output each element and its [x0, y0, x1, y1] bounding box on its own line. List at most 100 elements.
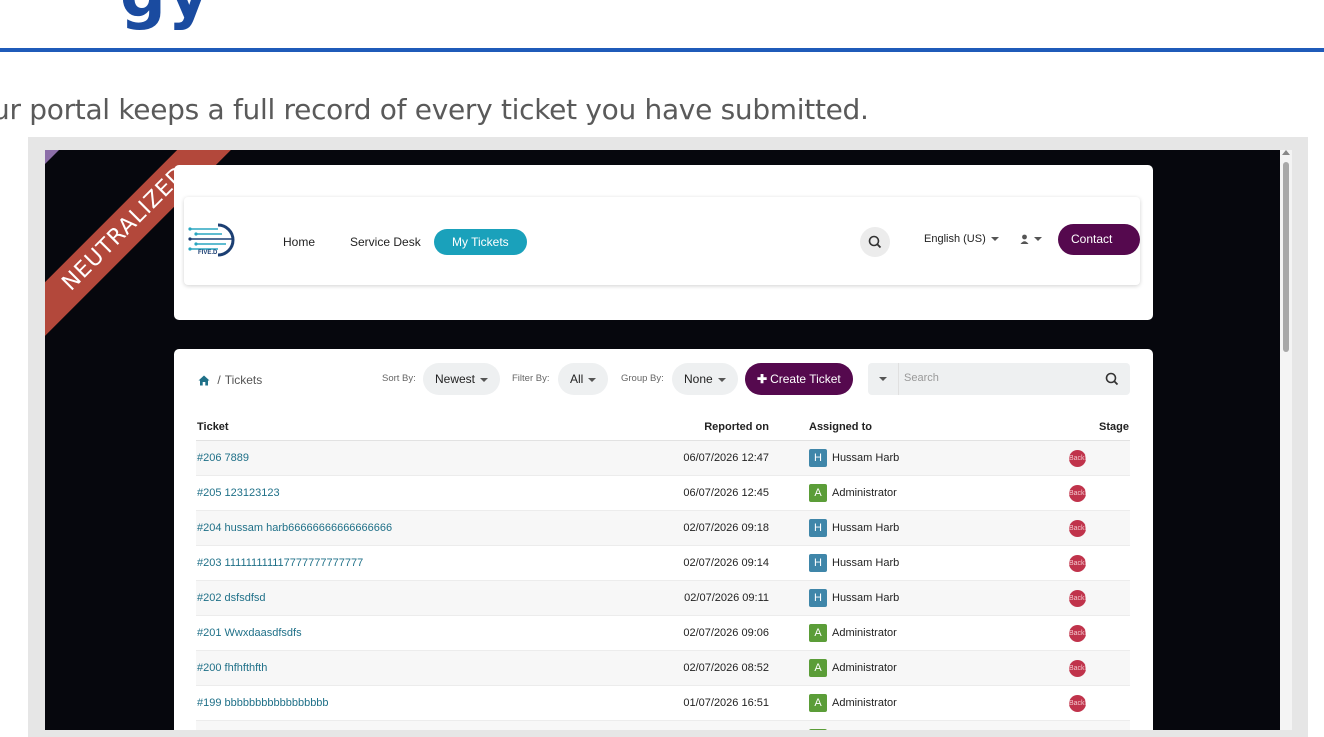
navbar: FIVE.D Home Service Desk My Tickets Engl… — [184, 197, 1140, 285]
ticket-cell[interactable]: #199 bbbbbbbbbbbbbbbbb — [196, 685, 558, 721]
chevron-down-icon — [717, 377, 726, 382]
ticket-cell[interactable]: #200 fhfhfthfth — [196, 650, 558, 686]
ticket-title[interactable]: fhfhfthfth — [225, 662, 268, 674]
ticket-link[interactable]: #202 dsfsdfsd — [197, 592, 266, 604]
ticket-id[interactable]: #203 — [197, 557, 221, 569]
language-selector[interactable]: English (US) — [924, 233, 999, 245]
ticket-id[interactable]: #200 — [197, 662, 221, 674]
ticket-cell[interactable]: #201 Wwxdaasdfsdfs — [196, 615, 558, 651]
ticket-id[interactable]: #206 — [197, 452, 221, 464]
nav-link-home[interactable]: Home — [283, 229, 315, 255]
ticket-cell[interactable]: #205 123123123 — [196, 475, 558, 511]
ticket-cell[interactable]: #204 hussam harb66666666666666666 — [196, 510, 558, 546]
sort-dropdown[interactable]: Newest — [423, 363, 501, 395]
table-row[interactable]: #205 123123123 06/07/2026 12:45 A Administr… — [196, 475, 1130, 511]
table-row[interactable]: #206 7889 06/07/2026 12:47 H Hussam Harb Bac… — [196, 440, 1130, 476]
assignee-name: Administrator — [832, 661, 897, 674]
ticket-cell[interactable]: #203 111111111117777777777777 — [196, 545, 558, 581]
scrollbar-thumb[interactable] — [1283, 162, 1289, 352]
group-dropdown[interactable]: None — [672, 363, 738, 395]
column-header-ticket[interactable]: Ticket — [196, 413, 558, 441]
ticket-title[interactable]: 111111111117777777777777 — [225, 557, 364, 569]
ticket-id[interactable]: #199 — [197, 697, 221, 709]
ticket-title[interactable]: bbbbbbbbbbbbbbbbb — [225, 697, 329, 709]
assignee-name: Hussam Harb — [832, 451, 900, 464]
chevron-down-icon — [480, 377, 489, 382]
stage-cell: Backlog — [1060, 545, 1130, 581]
ticket-cell[interactable]: #198 rewrgergerg — [196, 720, 558, 730]
user-menu[interactable] — [1020, 233, 1042, 245]
ticket-search: Search — [868, 363, 1130, 395]
ticket-title[interactable]: 7889 — [225, 452, 249, 464]
search-input[interactable]: Search — [904, 372, 939, 384]
corner-mark-icon — [45, 150, 59, 164]
nav-link-service-desk[interactable]: Service Desk — [350, 229, 421, 255]
ticket-link[interactable]: #203 111111111117777777777777 — [197, 557, 363, 569]
assignee-cell: H Hussam Harb — [801, 440, 1060, 476]
stage-cell: Backlog — [1060, 475, 1130, 511]
filter-value: All — [570, 372, 584, 386]
assignee-name: Administrator — [832, 486, 897, 499]
table-row[interactable]: #200 fhfhfthfth 02/07/2026 08:52 A Administ… — [196, 650, 1130, 686]
ticket-link[interactable]: #205 123123123 — [197, 487, 280, 499]
ticket-link[interactable]: #200 fhfhfthfth — [197, 662, 267, 674]
table-row[interactable]: #204 hussam harb66666666666666666 02/07/2… — [196, 510, 1130, 546]
avatar: A — [809, 729, 827, 730]
portal-screenshot: NEUTRALIZED FIVE.D Home Service Desk My … — [45, 150, 1280, 730]
stage-cell: Backlog — [1060, 650, 1130, 686]
scroll-up-icon[interactable] — [1282, 150, 1290, 155]
reported-date: 06/07/2026 12:47 — [558, 440, 801, 476]
assignee-cell: A Administrator — [801, 615, 1060, 651]
assignee-cell: A Administrator — [801, 685, 1060, 721]
column-header-reported[interactable]: Reported on — [558, 413, 801, 441]
chevron-down-icon — [879, 377, 887, 381]
nav-link-my-tickets[interactable]: My Tickets — [434, 229, 527, 255]
ticket-title[interactable]: Wwxdaasdfsdfs — [225, 627, 302, 639]
sort-value: Newest — [435, 372, 476, 386]
table-row[interactable]: #203 111111111117777777777777 02/07/2026 … — [196, 545, 1130, 581]
ticket-id[interactable]: #201 — [197, 627, 221, 639]
ticket-link[interactable]: #206 7889 — [197, 452, 249, 464]
assignee-name: Hussam Harb — [832, 521, 900, 534]
avatar: A — [809, 484, 827, 502]
ticket-link[interactable]: #201 Wwxdaasdfsdfs — [197, 627, 302, 639]
table-row[interactable]: #198 rewrgergerg01/07/2026 16:45AAdminis… — [196, 720, 1130, 730]
table-row[interactable]: #201 Wwxdaasdfsdfs 02/07/2026 09:06 A Admin… — [196, 615, 1130, 651]
reported-date: 02/07/2026 09:18 — [558, 510, 801, 546]
stage-badge: Backlog — [1069, 624, 1086, 642]
home-icon[interactable] — [198, 375, 210, 386]
column-header-assigned[interactable]: Assigned to — [801, 413, 1060, 441]
ticket-link[interactable]: #199 bbbbbbbbbbbbbbbbb — [197, 697, 329, 709]
reported-date: 01/07/2026 16:45 — [558, 720, 801, 730]
chevron-down-icon — [990, 237, 999, 242]
create-ticket-button[interactable]: ✚ Create Ticket — [745, 363, 853, 395]
ticket-id[interactable]: #204 — [197, 522, 221, 534]
reported-date: 02/07/2026 08:52 — [558, 650, 801, 686]
scrollbar[interactable] — [1280, 150, 1292, 730]
avatar: A — [809, 624, 827, 642]
search-button[interactable] — [860, 227, 890, 257]
ticket-cell[interactable]: #202 dsfsdfsd — [196, 580, 558, 616]
heading-divider — [0, 48, 1324, 52]
ticket-title[interactable]: dsfsdfsd — [225, 592, 266, 604]
ticket-title[interactable]: 123123123 — [225, 487, 280, 499]
ticket-cell[interactable]: #206 7889 — [196, 440, 558, 476]
ticket-id[interactable]: #205 — [197, 487, 221, 499]
reported-date: 02/07/2026 09:11 — [558, 580, 801, 616]
stage-badge: Backlog — [1069, 519, 1086, 537]
search-icon[interactable] — [1104, 371, 1120, 387]
filter-dropdown[interactable]: All — [558, 363, 609, 395]
table-row[interactable]: #199 bbbbbbbbbbbbbbbbb 01/07/2026 16:51 A A… — [196, 685, 1130, 721]
ticket-title[interactable]: hussam harb66666666666666666 — [225, 522, 393, 534]
avatar: A — [809, 694, 827, 712]
reported-date: 02/07/2026 09:06 — [558, 615, 801, 651]
ticket-id[interactable]: #202 — [197, 592, 221, 604]
company-logo[interactable]: FIVE.D — [188, 219, 250, 261]
ticket-link[interactable]: #204 hussam harb66666666666666666 — [197, 522, 392, 534]
table-row[interactable]: #202 dsfsdfsd 02/07/2026 09:11 H Hussam Har… — [196, 580, 1130, 616]
column-header-stage[interactable]: Stage — [1060, 413, 1130, 441]
stage-badge: Backlog — [1069, 659, 1086, 677]
contact-us-button[interactable]: Contact Us — [1058, 224, 1140, 277]
search-scope-dropdown[interactable] — [868, 363, 899, 395]
stage-badge: Backlog — [1069, 449, 1086, 467]
